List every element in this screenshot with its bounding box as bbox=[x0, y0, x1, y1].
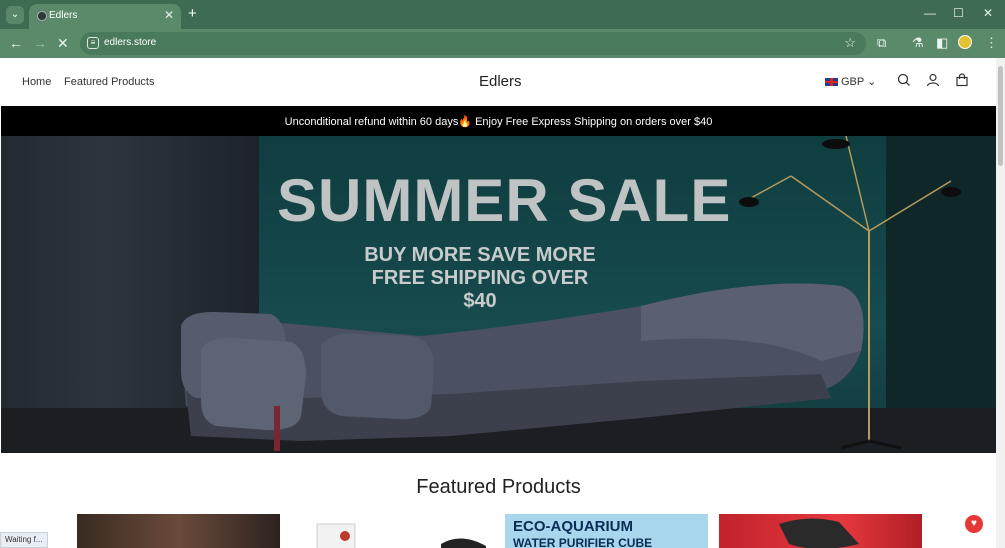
address-bar[interactable]: ≡ edlers.store ☆ bbox=[80, 32, 866, 55]
announcement-bar: Unconditional refund within 60 days🔥 Enj… bbox=[1, 106, 996, 136]
browser-toolbar: ← → ✕ ≡ edlers.store ☆ ⧉ ⚗ ◧ ⋮ bbox=[0, 29, 1005, 58]
side-panel-icon[interactable]: ◧ bbox=[936, 35, 948, 51]
minimize-icon[interactable]: — bbox=[924, 6, 936, 20]
site-header: Home Featured Products Edlers GBP ⌄ bbox=[1, 58, 996, 106]
browser-tab[interactable]: Edlers ✕ bbox=[29, 4, 181, 29]
product-card-2[interactable] bbox=[291, 514, 494, 548]
cart-icon[interactable] bbox=[955, 73, 969, 90]
search-icon[interactable] bbox=[897, 73, 911, 90]
announcement-text: Unconditional refund within 60 days🔥 Enj… bbox=[284, 116, 713, 128]
lab-flask-icon[interactable]: ⚗ bbox=[912, 35, 924, 51]
tab-search-button[interactable]: ⌄ bbox=[6, 6, 24, 24]
bookmark-star-icon[interactable]: ☆ bbox=[844, 35, 856, 51]
nav-link-home[interactable]: Home bbox=[22, 76, 51, 88]
product-card-4[interactable] bbox=[719, 514, 922, 548]
new-tab-button[interactable]: + bbox=[188, 5, 197, 22]
stop-loading-icon[interactable]: ✕ bbox=[57, 35, 69, 52]
site-favicon-icon bbox=[37, 11, 47, 21]
forward-icon[interactable]: → bbox=[33, 35, 47, 51]
hero-line-2: FREE SHIPPING OVER $40 bbox=[371, 267, 589, 312]
url-text[interactable]: edlers.store bbox=[104, 37, 156, 48]
scrollbar-thumb[interactable] bbox=[998, 66, 1003, 166]
currency-label: GBP bbox=[841, 76, 865, 88]
hero-line-1: BUY MORE SAVE MORE bbox=[364, 244, 596, 266]
site-info-icon[interactable]: ≡ bbox=[87, 37, 99, 49]
maximize-icon[interactable]: ☐ bbox=[953, 6, 964, 20]
product-2-image bbox=[316, 523, 486, 548]
extensions-icon[interactable]: ⧉ bbox=[877, 35, 886, 51]
featured-products-heading: Featured Products bbox=[416, 476, 581, 498]
hero-subtitle: BUY MORE SAVE MORE FREE SHIPPING OVER $4… bbox=[360, 244, 600, 313]
browser-menu-icon[interactable]: ⋮ bbox=[985, 35, 998, 51]
close-tab-icon[interactable]: ✕ bbox=[164, 8, 174, 22]
brand-logo[interactable]: Edlers bbox=[479, 73, 522, 90]
hero-banner[interactable]: SUMMER SALE BUY MORE SAVE MORE FREE SHIP… bbox=[1, 136, 996, 453]
uk-flag-icon bbox=[825, 78, 838, 87]
nav-link-featured-products[interactable]: Featured Products bbox=[64, 76, 155, 88]
window-close-icon[interactable]: ✕ bbox=[983, 6, 993, 20]
status-bar: Waiting f... bbox=[0, 532, 48, 548]
currency-selector[interactable]: GBP ⌄ bbox=[825, 75, 876, 88]
product-3-label: ECO-AQUARIUM bbox=[513, 518, 633, 535]
product-card-1[interactable] bbox=[77, 514, 280, 548]
back-icon[interactable]: ← bbox=[9, 35, 23, 51]
profile-avatar-icon[interactable] bbox=[958, 35, 972, 49]
chat-widget-icon[interactable]: ♥ bbox=[965, 515, 983, 533]
hero-title: SUMMER SALE bbox=[277, 167, 732, 234]
product-card-3[interactable]: ECO-AQUARIUM WATER PURIFIER CUBE bbox=[505, 514, 708, 548]
account-icon[interactable] bbox=[926, 73, 940, 90]
chevron-down-icon: ⌄ bbox=[867, 76, 877, 88]
tab-title: Edlers bbox=[49, 10, 78, 21]
product-3-sublabel: WATER PURIFIER CUBE bbox=[513, 536, 653, 548]
product-4-image bbox=[779, 518, 859, 548]
browser-tab-strip: ⌄ Edlers ✕ + — ☐ ✕ bbox=[0, 0, 1005, 29]
page-scrollbar[interactable] bbox=[996, 58, 1005, 548]
web-page: Home Featured Products Edlers GBP ⌄ Unco… bbox=[1, 58, 996, 548]
